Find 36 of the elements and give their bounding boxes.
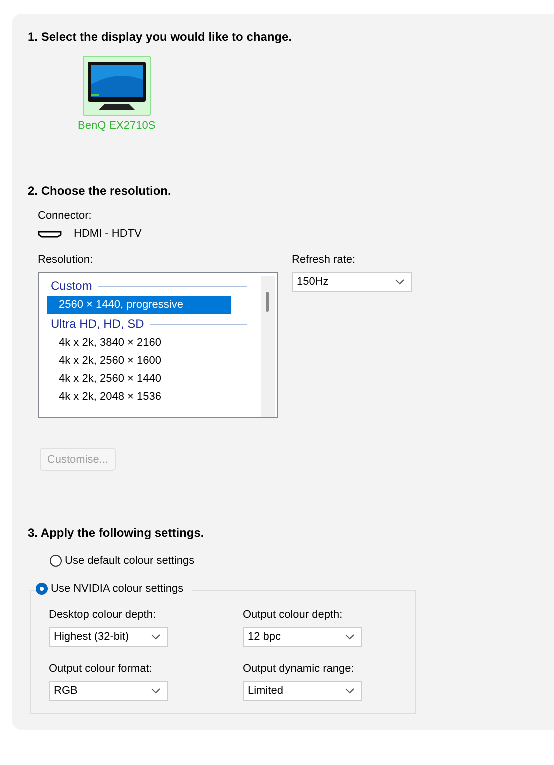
hdmi-port-icon [38, 230, 62, 238]
group-header: Ultra HD, HD, SD [51, 317, 144, 331]
monitor-icon [86, 60, 147, 112]
field-label: Output colour format: [49, 663, 154, 675]
field-label: Desktop colour depth: [49, 609, 158, 621]
chevron-down-icon [345, 634, 355, 640]
setting-dropdown[interactable]: RGB [49, 681, 168, 701]
resolution-option[interactable]: 2560 × 1440, progressive [47, 296, 231, 314]
connector-name: HDMI - HDTV [74, 228, 142, 240]
resolution-list[interactable]: Custom 2560 × 1440, progressive Ultra HD, HD, SD 4k x 2k, 3840 × 2160 4k x 2k, 2560 × 1600 4k x 2k, 2560 × 1440 4k x 2k, 2048 × 1536 [38, 272, 278, 418]
setting-dropdown[interactable]: Limited [243, 681, 362, 701]
resolution-option[interactable]: 4k x 2k, 3840 × 2160 [47, 334, 231, 352]
group-header: Custom [51, 279, 92, 293]
chevron-down-icon [395, 279, 405, 285]
refresh-rate-label: Refresh rate: [292, 254, 357, 266]
setting-dropdown[interactable]: Highest (32-bit) [49, 627, 168, 647]
field-label: Output colour depth: [243, 609, 344, 621]
resolution-option[interactable]: 4k x 2k, 2048 × 1536 [47, 388, 231, 406]
refresh-rate-dropdown[interactable]: 150Hz [292, 272, 412, 292]
chevron-down-icon [151, 688, 161, 694]
monitor-tile[interactable] [82, 56, 151, 116]
chevron-down-icon [345, 688, 355, 694]
scrollbar[interactable] [261, 276, 275, 417]
radio-option[interactable]: Use default colour settings [50, 552, 554, 570]
section-heading: 2. Choose the resolution. [28, 184, 172, 198]
connector-label: Connector: [38, 210, 93, 222]
chevron-down-icon [151, 634, 161, 640]
display-name: BenQ EX2710S [78, 120, 156, 132]
resolution-label: Resolution: [38, 254, 94, 266]
resolution-option[interactable]: 4k x 2k, 2560 × 1600 [47, 352, 231, 370]
section-heading: 3. Apply the following settings. [28, 526, 206, 540]
field-label: Output dynamic range: [243, 663, 356, 675]
setting-dropdown[interactable]: 12 bpc [243, 627, 362, 647]
radio-option[interactable]: Use NVIDIA colour settings [36, 580, 184, 598]
resolution-option[interactable]: 4k x 2k, 2560 × 1440 [47, 370, 231, 388]
section-heading: 1. Select the display you would like to change. [28, 30, 294, 44]
